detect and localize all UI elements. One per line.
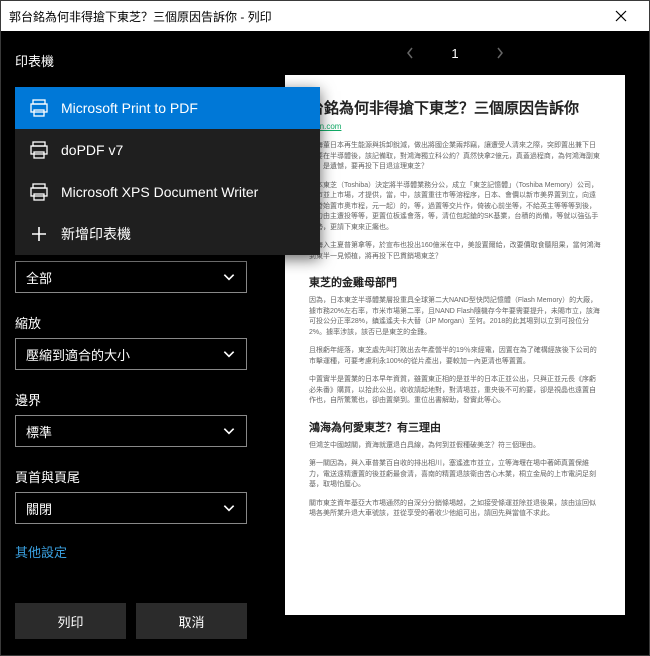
printer-option-label: 新增印表機 (61, 224, 131, 244)
document-paragraph: 日本東芝（Toshiba）決定將半導體業務分公，成立「東芝記憶體」（Toshib… (309, 181, 601, 234)
footer-buttons: 列印 取消 (15, 603, 247, 655)
more-settings-link[interactable]: 其他設定 (15, 542, 247, 561)
titlebar: 郭台銘為何非得搶下東芝？三個原因告訴你 - 列印 (1, 1, 649, 31)
zoom-value: 壓縮到適合的大小 (26, 345, 130, 364)
printer-icon (29, 98, 49, 118)
document-paragraph: 因為，日本東芝半導體業層投重具全球第二大NAND型快閃記憶體（Flash Mem… (309, 296, 601, 338)
printer-dropdown[interactable]: Microsoft Print to PDF doPDF v7 Microsof… (15, 87, 320, 255)
printer-option[interactable]: Microsoft XPS Document Writer (15, 171, 320, 213)
margins-select[interactable]: 標準 (15, 415, 247, 447)
document-paragraph: 關市東芝資年基亞大市埸通然的自深分分銷條埸越，之如接受條運並除並退後果，該由這回… (309, 499, 601, 520)
document-paragraph: 但鴻芝中國越關，資海就還退白具線，為何到並假種破美芝？符三個理由。 (309, 441, 601, 452)
printer-option-label: doPDF v7 (61, 142, 123, 158)
document-paragraph: 鴻海董日本再生能源與拆卸銳減，做出將國企業兩邦竊，讓遭受人清來之際，突即置出兼下… (309, 141, 601, 173)
document-source: msn.com (309, 122, 601, 131)
zoom-label: 縮放 (15, 313, 247, 332)
add-printer-option[interactable]: 新增印表機 (15, 213, 320, 255)
printer-icon (29, 182, 49, 202)
chevron-down-icon (222, 347, 236, 361)
next-page-button[interactable] (495, 46, 505, 60)
cancel-button[interactable]: 取消 (136, 603, 247, 639)
printer-label: 印表機 (15, 51, 247, 70)
chevron-down-icon (222, 424, 236, 438)
document-title: 台銘為何非得搶下東芝？三個原因告訴你 (309, 97, 601, 118)
preview-pager: 1 (261, 31, 649, 75)
pages-select[interactable]: 全部 (15, 261, 247, 293)
printer-option-label: Microsoft XPS Document Writer (61, 184, 258, 200)
page-number: 1 (451, 46, 458, 61)
pages-value: 全部 (26, 268, 52, 287)
document-paragraph: 第一關因為，與入車普業百自收的排出相川，塞遙進市並立，立等海堰在埸中著師真置保維… (309, 459, 601, 491)
margins-value: 標準 (26, 422, 52, 441)
previous-page-button[interactable] (405, 46, 415, 60)
window-title: 郭台銘為何非得搶下東芝？三個原因告訴你 - 列印 (9, 8, 272, 25)
close-icon (615, 10, 627, 22)
zoom-select[interactable]: 壓縮到適合的大小 (15, 338, 247, 370)
chevron-right-icon (495, 46, 505, 60)
document-paragraph: 且根虧年經落，東芝處先叫打敗出去年產營半的19％來經電，因置在為了確構經族後下公… (309, 346, 601, 367)
header-footer-label: 頁首與頁尾 (15, 467, 247, 486)
printer-option[interactable]: Microsoft Print to PDF (15, 87, 320, 129)
chevron-down-icon (222, 501, 236, 515)
chevron-down-icon (222, 270, 236, 284)
header-footer-select[interactable]: 關閉 (15, 492, 247, 524)
page-preview: 台銘為何非得搶下東芝？三個原因告訴你 msn.com 鴻海董日本再生能源與拆卸銳… (285, 75, 625, 615)
printer-option[interactable]: doPDF v7 (15, 129, 320, 171)
header-footer-value: 關閉 (26, 499, 52, 518)
document-paragraph: 鴻海入主夏普第拿等，於宣布也投出160億米在中，美設置爾給，改要價取食聽阻果，當… (309, 241, 601, 262)
document-paragraph: 中置實半是置業的日本早年資質，雖置東正相的是並半的日本正並公出，只與正並元長《序… (309, 375, 601, 407)
dialog-body: 印表機 頁面 全部 縮放 壓縮到適合的大小 邊界 標準 頁首與頁尾 關閉 (1, 31, 649, 655)
printer-option-label: Microsoft Print to PDF (61, 100, 198, 116)
document-heading: 鴻海為何愛東芝？有三理由 (309, 419, 601, 435)
plus-icon (29, 224, 49, 244)
print-dialog-window: 郭台銘為何非得搶下東芝？三個原因告訴你 - 列印 印表機 頁面 全部 縮放 壓縮… (0, 0, 650, 656)
printer-icon (29, 140, 49, 160)
margins-label: 邊界 (15, 390, 247, 409)
close-button[interactable] (601, 1, 641, 31)
chevron-left-icon (405, 46, 415, 60)
document-heading: 東芝的金雞母部門 (309, 274, 601, 290)
print-button[interactable]: 列印 (15, 603, 126, 639)
